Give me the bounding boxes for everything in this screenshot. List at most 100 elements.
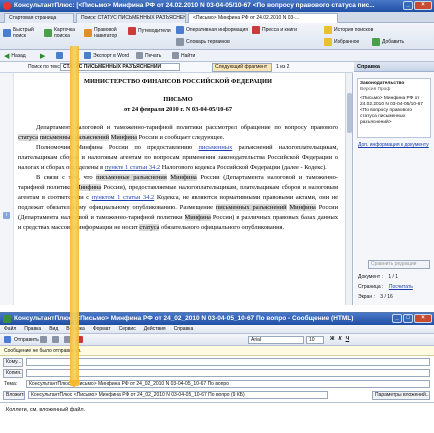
maximize-icon[interactable]: □ — [403, 314, 413, 323]
plus-icon — [372, 38, 380, 46]
menu-file[interactable]: Файл — [4, 326, 16, 332]
document-counter: Документ : 1 / 1 — [358, 274, 399, 280]
email-title-bar[interactable]: КонсультантПлюс: <Письмо> Минфина РФ от … — [0, 313, 434, 325]
message-text: Коллеги, см. вложенный файл. — [6, 407, 86, 413]
legal-navigator-button[interactable]: Правовой навигатор — [84, 27, 126, 39]
send-icon — [4, 336, 11, 343]
word-icon — [84, 52, 91, 59]
font-size-select[interactable]: 10 — [306, 336, 324, 344]
send-button[interactable]: Отправить — [4, 336, 39, 343]
info-icon — [176, 26, 184, 34]
forward-button[interactable]: ▶ — [40, 52, 45, 60]
attachment-options-button[interactable]: Параметры вложений... — [372, 391, 430, 400]
reference-panel: Справка Законодательство Версия Проф <Пи… — [354, 62, 434, 305]
app-logo-icon — [3, 2, 11, 10]
document-scrollbar[interactable] — [345, 73, 352, 305]
format-buttons: Ж К Ч — [330, 336, 349, 342]
card-subtitle: Версия Проф — [360, 87, 391, 92]
attachment-field[interactable]: КонсультантПлюс <Письмо> Минфина РФ от 2… — [28, 391, 328, 399]
press-books-button[interactable]: Пресса и книги — [252, 26, 297, 34]
cc-field[interactable] — [26, 369, 430, 377]
find-button[interactable]: Найти — [172, 52, 195, 59]
paragraph-2: Полномочия Минфина России по предоставле… — [18, 144, 338, 171]
screen-counter: Экран : 3 / 16 — [358, 294, 393, 300]
notice-bar: Сообщение не было отправлено. — [0, 346, 434, 356]
link-article-34-2[interactable]: пункте 1 статьи 34.2 — [105, 164, 160, 171]
ribbon-toolbar: Быстрый поиск Карточка поиска Правовой н… — [0, 23, 434, 50]
menu-format[interactable]: Формат — [93, 326, 111, 332]
forward-arrow-icon: ▶ — [40, 53, 46, 60]
card-search-button[interactable]: Карточка поиска — [44, 27, 82, 39]
info-marker-icon[interactable]: i — [3, 212, 10, 219]
tab-document[interactable]: <Письмо> Минфина РФ от 24.02.2010 N 03-.… — [188, 13, 338, 23]
link-written[interactable]: письменных — [199, 144, 233, 151]
text-search-bar: Поиск по тексту: СТАТУС ПИСЬМЕННЫХ РАЗЪЯ… — [0, 62, 353, 73]
attach-icon[interactable] — [52, 336, 59, 343]
close-icon[interactable]: × — [414, 1, 432, 10]
email-window-title: КонсультантПлюс: <Письмо> Минфина РФ от … — [14, 315, 354, 322]
message-body[interactable]: Коллеги, см. вложенный файл. — [0, 402, 434, 433]
menu-help[interactable]: Справка — [174, 326, 194, 332]
next-fragment-button[interactable]: Следующий фрагмент — [212, 63, 272, 72]
extra-info-link[interactable]: Доп. информация к документу — [358, 142, 430, 148]
document-view: i МИНИСТЕРСТВО ФИНАНСОВ РОССИЙСКОЙ ФЕДЕР… — [0, 73, 353, 305]
printer-icon — [136, 52, 143, 59]
star-icon — [324, 38, 332, 46]
consultant-window: КонсультантПлюс: [<Письмо> Минфина РФ от… — [0, 0, 434, 305]
tab-start-page[interactable]: Стартовая страница — [4, 13, 74, 23]
tab-search[interactable]: Поиск: СТАТУС ПИСЬМЕННЫХ РАЗЪЯСНЕНИЙ — [76, 13, 186, 23]
binoculars-icon — [172, 52, 179, 59]
scroll-thumb[interactable] — [347, 93, 352, 133]
font-select[interactable]: Arial — [248, 336, 304, 344]
compare-editions-button[interactable]: Сравнить редакции — [368, 260, 430, 269]
operative-info-button[interactable]: Оперативная информация — [176, 26, 248, 34]
save-button[interactable] — [56, 52, 63, 59]
search-history-button[interactable]: История поисков — [324, 26, 373, 34]
paragraph-1: Департамент налоговой и таможенно-тарифн… — [18, 124, 338, 141]
card-document-name: <Письмо> Минфина РФ от 24.02.2010 N 03-0… — [360, 96, 423, 125]
orange-pointer-tip — [68, 380, 80, 388]
quick-search-button[interactable]: Быстрый поиск — [3, 27, 43, 39]
menu-tools[interactable]: Сервис — [119, 326, 136, 332]
back-button[interactable]: ◀ Назад — [4, 52, 26, 60]
bold-button[interactable]: Ж — [330, 336, 335, 342]
dictionary-icon — [176, 38, 184, 46]
guides-button[interactable]: Путеводители — [128, 27, 172, 35]
window-title: КонсультантПлюс: [<Письмо> Минфина РФ от… — [14, 2, 375, 9]
to-button[interactable]: Кому... — [3, 358, 23, 367]
search-icon — [3, 29, 11, 37]
document-gutter: i — [0, 73, 14, 305]
document-navbar: ◀ Назад ▶ Экспорт в Word Печать Найти — [0, 50, 434, 62]
close-icon[interactable]: × — [414, 314, 432, 323]
count-pages-link[interactable]: Посчитать — [389, 284, 413, 290]
screenshot: КонсультантПлюс: [<Письмо> Минфина РФ от… — [0, 0, 434, 433]
subject-label: Тема: — [4, 381, 18, 387]
window-title-bar[interactable]: КонсультантПлюс: [<Письмо> Минфина РФ от… — [0, 0, 434, 12]
email-menubar: Файл Правка Вид Вставка Формат Сервис Де… — [0, 325, 434, 334]
terms-dictionary-button[interactable]: Словарь терминов — [176, 38, 230, 46]
attach-button[interactable]: Вложить... — [3, 391, 25, 400]
underline-button[interactable]: Ч — [346, 336, 350, 342]
favorites-button[interactable]: Избранное — [324, 38, 359, 46]
subject-field[interactable]: КонсультантПлюс: <Письмо> Минфина РФ от … — [26, 380, 430, 388]
orange-pointer-arrow — [70, 46, 79, 386]
add-button[interactable]: Добавить — [372, 38, 404, 46]
reference-panel-header: Справка — [354, 62, 434, 72]
paragraph-3: В связи с тем, что письменные разъяснени… — [18, 174, 338, 231]
save-icon — [56, 52, 63, 59]
minimize-icon[interactable]: _ — [403, 1, 413, 10]
menu-view[interactable]: Вид — [49, 326, 58, 332]
menu-edit[interactable]: Правка — [24, 326, 41, 332]
document-tabs: Стартовая страница Поиск: СТАТУС ПИСЬМЕН… — [0, 12, 434, 23]
link-point-1-article[interactable]: пунктом 1 статьи 34.2 — [92, 194, 155, 201]
menu-actions[interactable]: Действия — [144, 326, 166, 332]
export-word-button[interactable]: Экспорт в Word — [84, 52, 129, 59]
italic-button[interactable]: К — [339, 336, 342, 342]
cc-button[interactable]: Копия... — [3, 369, 23, 378]
to-field[interactable] — [26, 358, 430, 366]
doc-date-heading: от 24 февраля 2010 г. N 03-04-05/10-67 — [123, 106, 233, 113]
save-icon[interactable] — [40, 336, 47, 343]
minimize-icon[interactable]: _ — [392, 314, 402, 323]
print-button[interactable]: Печать — [136, 52, 161, 59]
history-icon — [324, 26, 332, 34]
